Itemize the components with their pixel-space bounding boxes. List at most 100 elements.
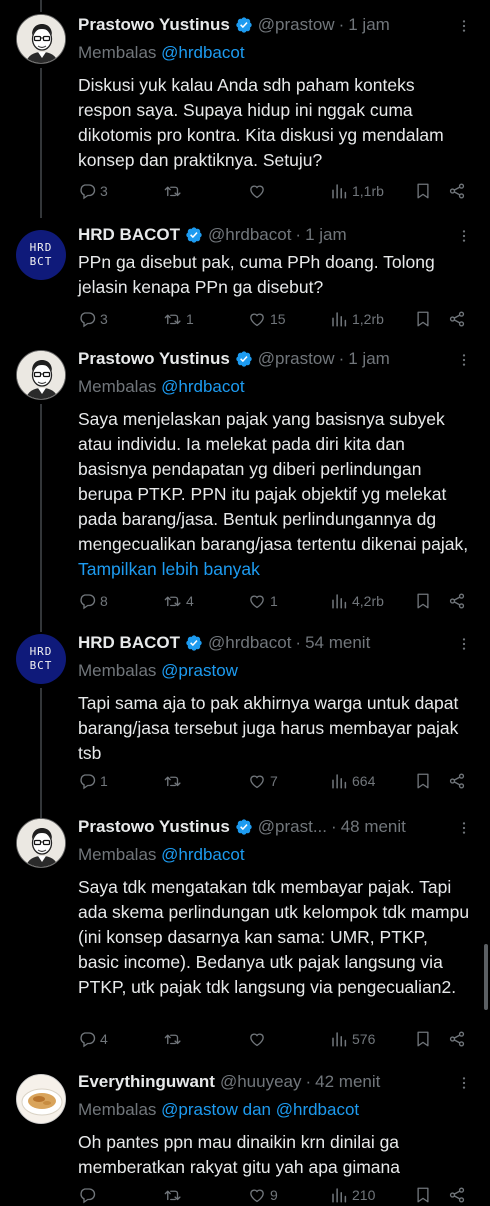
views-icon: [330, 310, 348, 328]
handle[interactable]: @hrdbacot: [208, 632, 291, 654]
share-button[interactable]: [448, 590, 466, 612]
reply-icon: [78, 1186, 96, 1204]
views-button[interactable]: 210: [330, 1184, 375, 1206]
reply-button[interactable]: [78, 1184, 100, 1206]
reply-button[interactable]: 4: [78, 1028, 108, 1050]
tweet-text: PPn ga disebut pak, cuma PPh doang. Tolo…: [78, 252, 435, 297]
tweet-text: Saya menjelaskan pajak yang basisnya sub…: [78, 409, 469, 554]
retweet-button[interactable]: [164, 770, 186, 792]
tweet-3[interactable]: HRD BCT HRD BACOT @hrdbacot · 54 menit M…: [0, 622, 490, 810]
tweet-0[interactable]: Prastowo Yustinus @prastow · 1 jam Memba…: [0, 0, 490, 218]
replying-prefix: Membalas: [78, 661, 162, 680]
display-name[interactable]: HRD BACOT: [78, 632, 180, 654]
tweet-5[interactable]: Everythinguwant @huuyeay · 42 menit Memb…: [0, 1062, 490, 1200]
avatar[interactable]: HRD BCT: [16, 230, 66, 280]
replying-to-link[interactable]: @prastow: [161, 661, 238, 680]
retweet-button[interactable]: 4: [164, 590, 194, 612]
avatar[interactable]: [16, 350, 66, 400]
avatar[interactable]: [16, 1074, 66, 1124]
more-options-icon[interactable]: [456, 228, 472, 244]
more-options-icon[interactable]: [456, 636, 472, 652]
retweet-icon: [164, 1186, 182, 1204]
timestamp[interactable]: 54 menit: [305, 632, 370, 654]
verified-badge-icon: [235, 350, 253, 368]
timestamp[interactable]: 1 jam: [305, 224, 347, 246]
views-button[interactable]: 576: [330, 1028, 375, 1050]
handle[interactable]: @hrdbacot: [208, 224, 291, 246]
like-button[interactable]: [248, 180, 270, 202]
handle[interactable]: @prastow: [258, 14, 335, 36]
handle[interactable]: @prast...: [258, 816, 327, 838]
like-button[interactable]: 9: [248, 1184, 278, 1206]
views-button[interactable]: 1,1rb: [330, 180, 384, 202]
show-more-link[interactable]: Tampilkan lebih banyak: [78, 559, 260, 579]
share-icon: [448, 182, 466, 200]
retweet-button[interactable]: [164, 180, 186, 202]
share-button[interactable]: [448, 1184, 466, 1206]
views-button[interactable]: 1,2rb: [330, 308, 384, 330]
avatar[interactable]: HRD BCT: [16, 634, 66, 684]
more-options-icon[interactable]: [456, 18, 472, 34]
display-name[interactable]: Everythinguwant: [78, 1071, 215, 1093]
share-button[interactable]: [448, 308, 466, 330]
separator-dot: ·: [338, 349, 345, 368]
bookmark-button[interactable]: [414, 1184, 432, 1206]
display-name[interactable]: Prastowo Yustinus: [78, 816, 230, 838]
views-button[interactable]: 664: [330, 770, 375, 792]
thread-line: [40, 688, 42, 810]
bookmark-button[interactable]: [414, 180, 432, 202]
share-button[interactable]: [448, 770, 466, 792]
retweet-button[interactable]: [164, 1028, 186, 1050]
avatar[interactable]: [16, 14, 66, 64]
more-options-icon[interactable]: [456, 1075, 472, 1091]
display-name[interactable]: Prastowo Yustinus: [78, 348, 230, 370]
replying-to-link[interactable]: @hrdbacot: [161, 43, 244, 62]
bookmark-button[interactable]: [414, 308, 432, 330]
reply-button[interactable]: 1: [78, 770, 108, 792]
views-icon: [330, 592, 348, 610]
bookmark-button[interactable]: [414, 1028, 432, 1050]
like-button[interactable]: 7: [248, 770, 278, 792]
reply-button[interactable]: 3: [78, 180, 108, 202]
tweet-2[interactable]: Prastowo Yustinus @prastow · 1 jam Memba…: [0, 346, 490, 622]
timestamp[interactable]: 42 menit: [315, 1071, 380, 1093]
views-button[interactable]: 4,2rb: [330, 590, 384, 612]
retweet-count: 1: [186, 311, 194, 327]
handle[interactable]: @huuyeay: [220, 1071, 302, 1093]
more-options-icon[interactable]: [456, 352, 472, 368]
like-button[interactable]: 1: [248, 590, 278, 612]
more-options-icon[interactable]: [456, 820, 472, 836]
share-icon: [448, 772, 466, 790]
replying-to-link[interactable]: @prastow dan @hrdbacot: [161, 1100, 359, 1119]
like-button[interactable]: [248, 1028, 270, 1050]
timestamp[interactable]: 1 jam: [348, 14, 390, 36]
retweet-button[interactable]: 1: [164, 308, 194, 330]
bookmark-button[interactable]: [414, 590, 432, 612]
avatar[interactable]: [16, 818, 66, 868]
share-button[interactable]: [448, 1028, 466, 1050]
like-button[interactable]: 15: [248, 308, 286, 330]
timestamp[interactable]: 48 menit: [341, 816, 406, 838]
timestamp[interactable]: 1 jam: [348, 348, 390, 370]
bookmark-button[interactable]: [414, 770, 432, 792]
display-name[interactable]: HRD BACOT: [78, 224, 180, 246]
share-icon: [448, 592, 466, 610]
share-button[interactable]: [448, 180, 466, 202]
tweet-text: Tapi sama aja to pak akhirnya warga untu…: [78, 693, 459, 763]
like-count: 9: [270, 1187, 278, 1203]
retweet-button[interactable]: [164, 1184, 186, 1206]
reply-count: 8: [100, 593, 108, 609]
replying-to-link[interactable]: @hrdbacot: [161, 845, 244, 864]
avatar-image: [17, 1075, 66, 1124]
reply-button[interactable]: 3: [78, 308, 108, 330]
replying-to-link[interactable]: @hrdbacot: [161, 377, 244, 396]
handle[interactable]: @prastow: [258, 348, 335, 370]
reply-button[interactable]: 8: [78, 590, 108, 612]
separator-dot: ·: [305, 1072, 312, 1091]
tweet-1[interactable]: HRD BCT HRD BACOT @hrdbacot · 1 jam PPn …: [0, 218, 490, 346]
verified-badge-icon: [185, 634, 203, 652]
replying-prefix: Membalas: [78, 1100, 162, 1119]
tweet-4[interactable]: Prastowo Yustinus @prast... · 48 menit M…: [0, 810, 490, 1060]
bookmark-icon: [414, 1030, 432, 1048]
display-name[interactable]: Prastowo Yustinus: [78, 14, 230, 36]
